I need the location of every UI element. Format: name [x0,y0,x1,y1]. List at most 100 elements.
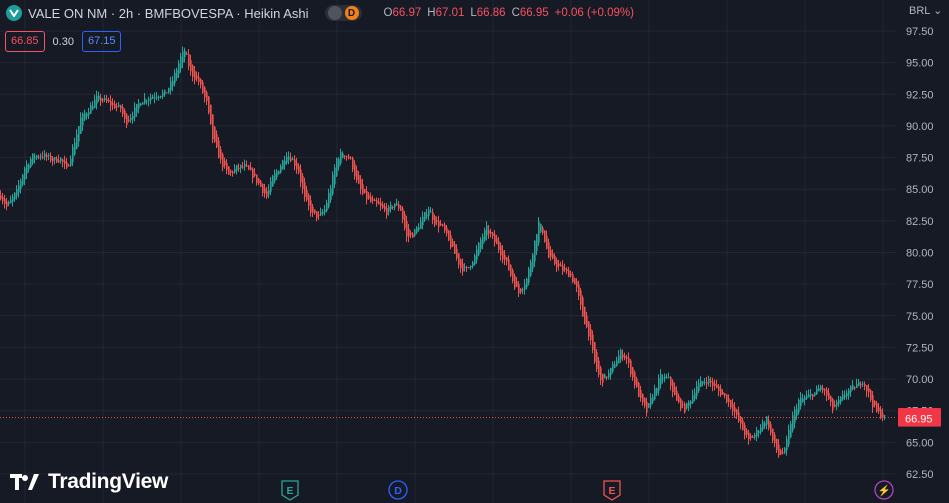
candle-body [122,107,124,115]
candle-body [526,278,528,288]
candle-body [512,270,514,282]
currency-selector[interactable]: BRL ⌄ [909,4,942,17]
candle-body [344,155,346,157]
candle-body [736,409,738,415]
candle-body [628,357,630,364]
candle-body [156,97,158,99]
candle-body [716,384,718,388]
candle-body [844,395,846,397]
candle-body [28,164,30,170]
candle-body [870,390,872,401]
candle-body [96,95,98,104]
candle-body [236,165,238,171]
candle-body [294,159,296,166]
candle-body [828,392,830,400]
candle-body [16,189,18,196]
candle-body [720,388,722,396]
candle-body [480,239,482,249]
symbol-title[interactable]: VALE ON NM · 2h · BMFBOVESPA · Heikin As… [28,6,309,21]
candle-body [136,104,138,113]
tradingview-logo-icon [10,474,39,490]
candle-body [490,231,492,234]
candle-body [450,235,452,248]
candle-body [40,156,42,158]
buy-button[interactable]: 67.15 [81,31,122,52]
candle-body [830,396,832,402]
candle-body [756,429,758,437]
candle-body [366,191,368,200]
candle-body [408,228,410,237]
candle-body [390,204,392,210]
candle-body [376,200,378,204]
candle-body [416,227,418,233]
candle-body [268,189,270,194]
candle-body [404,214,406,229]
tradingview-logo[interactable]: TradingView [10,470,168,494]
candle-body [228,166,230,175]
candle-body [544,230,546,242]
candle-body [386,207,388,216]
candle-body [838,400,840,404]
candle-body [718,386,720,391]
candle-body [534,240,536,262]
candle-body [30,159,32,168]
y-axis-tick-label: 65.00 [906,437,934,449]
candle-body [664,376,666,379]
candle-body [686,403,688,409]
candle-body [608,372,610,378]
candle-body [356,170,358,181]
candle-body [460,259,462,269]
candle-body [852,385,854,390]
candle-body [702,381,704,384]
candle-body [178,63,180,74]
candle-body [0,195,2,199]
symbol-badges[interactable]: D [324,5,362,21]
sell-button[interactable]: 66.85 [5,31,45,52]
candle-body [426,214,428,217]
candle-body [148,99,150,101]
candle-body [706,382,708,384]
candle-body [100,97,102,101]
candle-body [632,367,634,378]
candle-body [858,381,860,386]
candle-body [170,81,172,91]
candle-body [332,174,334,195]
candle-body [680,399,682,409]
candle-body [438,221,440,227]
candle-body [876,403,878,412]
candle-body [116,106,118,108]
candle-body [396,203,398,206]
candle-body [522,288,524,291]
candle-body [290,158,292,162]
candle-body [850,386,852,393]
candle-body [180,56,182,69]
candle-body [600,367,602,381]
candle-body [204,87,206,98]
candle-body [612,364,614,372]
candle-body [820,386,822,390]
candle-body [34,157,36,159]
candle-body [548,242,550,258]
candle-body [196,75,198,79]
candle-body [258,178,260,184]
candle-body [550,249,552,257]
candle-body [554,255,556,264]
candle-body [464,266,466,268]
candle-body [770,424,772,433]
candle-body [670,377,672,386]
candle-body [162,92,164,97]
candle-body [448,230,450,241]
candle-body [378,201,380,205]
candle-body [812,394,814,397]
candle-body [660,373,662,385]
candle-body [454,243,456,254]
candle-body [728,398,730,403]
candle-body [810,393,812,396]
candle-body [482,236,484,245]
price-chart[interactable]: 97.50 95.00 92.50 90.00 87.50 85.00 82.50 80.00… [0,0,949,503]
candle-body [240,165,242,168]
symbol-logo-icon[interactable] [6,5,22,21]
candle-body [840,396,842,402]
buy-sell-panel: 66.85 0.30 67.15 [5,31,122,52]
candle-body [194,71,196,80]
